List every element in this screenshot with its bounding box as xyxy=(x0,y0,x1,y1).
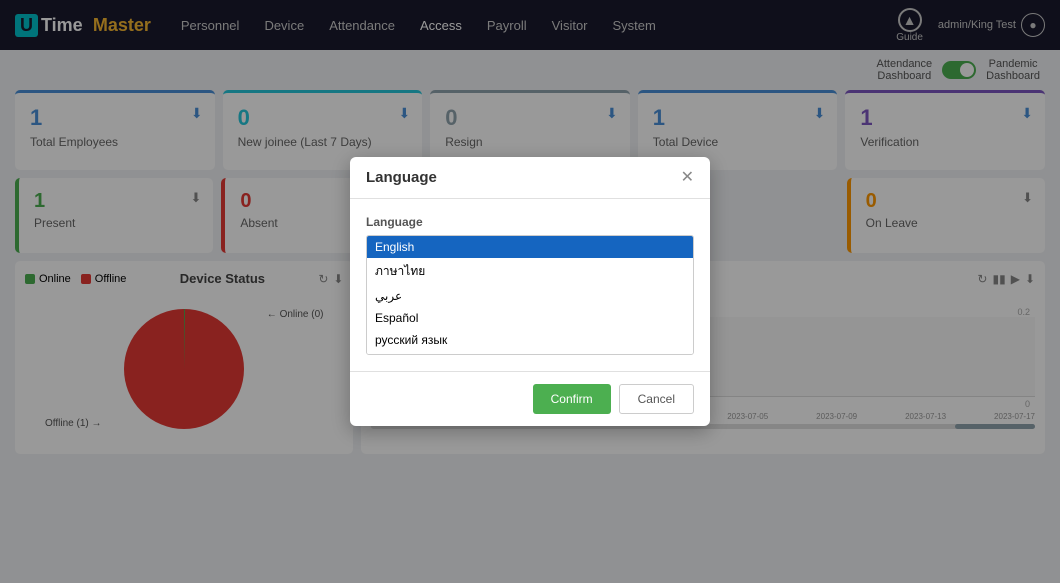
lang-option-english[interactable]: English xyxy=(367,236,693,258)
confirm-button[interactable]: Confirm xyxy=(533,384,611,414)
modal-close-button[interactable]: ✕ xyxy=(681,170,694,186)
modal-footer: Confirm Cancel xyxy=(350,371,710,426)
lang-option-arabic[interactable]: عربي xyxy=(367,285,693,307)
lang-option-spanish[interactable]: Español xyxy=(367,307,693,329)
modal-body: Language English ภาษาไทย عربي Español ру… xyxy=(350,199,710,371)
language-select[interactable]: English ภาษาไทย عربي Español русский язы… xyxy=(366,235,694,355)
modal-title: Language xyxy=(366,169,437,186)
lang-option-thai[interactable]: ภาษาไทย xyxy=(367,258,693,285)
lang-option-bahasa[interactable]: Bahasa Indonesia xyxy=(367,351,693,355)
lang-option-russian[interactable]: русский язык xyxy=(367,329,693,351)
language-modal: Language ✕ Language English ภาษาไทย عربي… xyxy=(350,157,710,426)
cancel-button[interactable]: Cancel xyxy=(619,384,694,414)
modal-overlay[interactable]: Language ✕ Language English ภาษาไทย عربي… xyxy=(0,0,1060,583)
language-field-label: Language xyxy=(366,215,694,229)
modal-header: Language ✕ xyxy=(350,157,710,199)
